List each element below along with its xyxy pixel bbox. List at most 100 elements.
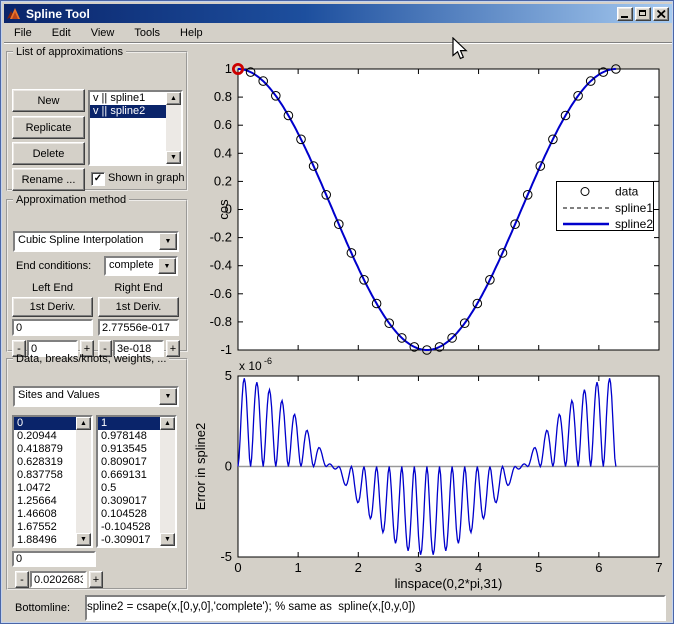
site-item[interactable]: 0.837758 — [14, 469, 76, 482]
approximation-item[interactable]: v || spline2 — [90, 105, 166, 118]
y-tick-label: -0.6 — [210, 286, 232, 301]
value-item[interactable]: 0.669131 — [98, 469, 160, 482]
y-tick-label: 0.8 — [214, 89, 232, 104]
x-tick-label: 0 — [234, 560, 241, 575]
x-tick-label: 3 — [415, 560, 422, 575]
error-axis-label: Error in spline2 — [193, 423, 208, 510]
cos-plot[interactable]: -1-0.8-0.6-0.4-0.200.20.40.60.81cosdatas… — [210, 61, 660, 357]
site-item[interactable]: 1.0472 — [14, 482, 76, 495]
rename-button[interactable]: Rename ... — [12, 168, 85, 191]
value-item[interactable]: 1 — [98, 417, 160, 430]
end-conditions-dropdown[interactable]: complete ▼ — [104, 256, 178, 276]
value-item[interactable]: 0.809017 — [98, 456, 160, 469]
value-item[interactable]: -0.104528 — [98, 521, 160, 534]
site-item[interactable]: 0 — [14, 417, 76, 430]
menu-item-file[interactable]: File — [4, 25, 42, 41]
site-item[interactable]: 1.46608 — [14, 508, 76, 521]
method-dropdown-value: Cubic Spline Interpolation — [18, 234, 144, 246]
scale-exponent: -6 — [264, 356, 272, 366]
dropdown-arrow-icon[interactable]: ▼ — [159, 388, 177, 405]
site-item[interactable]: 0.628319 — [14, 456, 76, 469]
legend[interactable]: data spline1 spline2 — [556, 181, 654, 232]
close-button[interactable] — [653, 6, 669, 21]
error-plot[interactable]: 0 1 2 3 4 5 6 7-505Error in spline2linspace(0,2… — [193, 356, 663, 591]
sites-scrollbar[interactable]: ▲ ▼ — [76, 417, 91, 546]
left-end-derivative-button[interactable]: 1st Deriv. — [12, 297, 93, 317]
right-end-derivative-button[interactable]: 1st Deriv. — [98, 297, 179, 317]
right-end-value-field[interactable] — [98, 319, 179, 336]
approximations-scrollbar[interactable]: ▲ ▼ — [166, 92, 181, 164]
site-item[interactable]: 1.88496 — [14, 534, 76, 546]
approximations-listbox[interactable]: v || spline1 v || spline2 ▲ ▼ — [88, 90, 183, 166]
group-title: Approximation method — [16, 194, 127, 206]
y-tick-label: 0.6 — [214, 117, 232, 132]
scale-label: x 10 — [239, 359, 262, 373]
list-of-approximations-group: List of approximations New Replicate Del… — [6, 46, 188, 191]
site-item[interactable]: 1.67552 — [14, 521, 76, 534]
value-item[interactable]: -0.309017 — [98, 534, 160, 546]
matlab-app-icon — [6, 7, 22, 21]
menu-item-view[interactable]: View — [81, 25, 125, 41]
site-edit-field[interactable] — [12, 551, 96, 567]
replicate-button[interactable]: Replicate — [12, 116, 85, 139]
scroll-down-icon[interactable]: ▼ — [166, 151, 181, 164]
scroll-up-icon[interactable]: ▲ — [166, 92, 181, 105]
values-listbox[interactable]: 1 0.978148 0.913545 0.809017 0.669131 0.5 0.30… — [96, 415, 177, 548]
method-dropdown[interactable]: Cubic Spline Interpolation ▼ — [13, 231, 179, 252]
left-end-value-field[interactable] — [12, 319, 93, 336]
y-tick-label: 0.2 — [214, 173, 232, 188]
approximation-method-group: Approximation method Cubic Spline Interp… — [6, 194, 188, 357]
scroll-up-icon[interactable]: ▲ — [76, 417, 91, 430]
y-tick-label: -0.8 — [210, 314, 232, 329]
maximize-button[interactable] — [635, 6, 651, 21]
approximation-item[interactable]: v || spline1 — [90, 92, 166, 105]
cos-axis-label: cos — [216, 199, 231, 220]
spline-tool-window: Spline Tool File Edit View Tools Help Li… — [0, 0, 674, 624]
menu-item-help[interactable]: Help — [170, 25, 213, 41]
x-axis-label: linspace(0,2*pi,31) — [395, 576, 503, 591]
scroll-down-icon[interactable]: ▼ — [160, 533, 175, 546]
site-item[interactable]: 1.25664 — [14, 495, 76, 508]
y-tick-label: 1 — [225, 61, 232, 76]
site-decrement-button[interactable]: - — [15, 571, 29, 588]
left-end-label: Left End — [32, 282, 73, 294]
value-item[interactable]: 0.913545 — [98, 443, 160, 456]
site-increment-field[interactable] — [30, 571, 87, 588]
dropdown-arrow-icon[interactable]: ▼ — [158, 258, 176, 274]
delete-button[interactable]: Delete — [12, 142, 85, 165]
group-title: Data, breaks/knots, weights, ... — [16, 353, 167, 365]
data-view-dropdown[interactable]: Sites and Values ▼ — [13, 386, 179, 407]
sites-listbox[interactable]: 0 0.20944 0.418879 0.628319 0.837758 1.0472 1.… — [12, 415, 93, 548]
scroll-down-icon[interactable]: ▼ — [76, 533, 91, 546]
value-item[interactable]: 0.104528 — [98, 508, 160, 521]
value-item[interactable]: 0.978148 — [98, 430, 160, 443]
title-bar[interactable]: Spline Tool — [4, 4, 672, 23]
site-item[interactable]: 0.418879 — [14, 443, 76, 456]
bottomline-code[interactable]: spline2 = csape(x,[0,y,0],'complete'); %… — [85, 595, 666, 621]
maximize-icon — [639, 9, 646, 16]
site-item[interactable]: 0.20944 — [14, 430, 76, 443]
scroll-up-icon[interactable]: ▲ — [160, 417, 175, 430]
end-conditions-value: complete — [109, 259, 154, 271]
shown-in-graph-label[interactable]: Shown in graph — [108, 172, 184, 184]
y-tick-label: -5 — [220, 549, 232, 564]
x-tick-label: 2 — [355, 560, 362, 575]
value-item[interactable]: 0.5 — [98, 482, 160, 495]
y-tick-label: -0.4 — [210, 258, 232, 273]
window-title: Spline Tool — [26, 6, 90, 21]
menu-item-edit[interactable]: Edit — [42, 25, 81, 41]
menu-item-tools[interactable]: Tools — [124, 25, 170, 41]
minimize-button[interactable] — [617, 6, 633, 21]
bottomline-label: Bottomline: — [15, 602, 71, 614]
y-tick-label: 0 — [225, 459, 232, 474]
shown-in-graph-checkbox[interactable]: ✓ — [91, 172, 105, 186]
values-list: 1 0.978148 0.913545 0.809017 0.669131 0.5 0.30… — [98, 417, 160, 546]
legend-label: data — [615, 185, 639, 199]
new-button[interactable]: New — [12, 89, 85, 112]
dropdown-arrow-icon[interactable]: ▼ — [159, 233, 177, 250]
y-tick-label: -0.2 — [210, 230, 232, 245]
right-end-label: Right End — [114, 282, 163, 294]
value-item[interactable]: 0.309017 — [98, 495, 160, 508]
values-scrollbar[interactable]: ▲ ▼ — [160, 417, 175, 546]
site-increment-button[interactable]: + — [89, 571, 103, 588]
